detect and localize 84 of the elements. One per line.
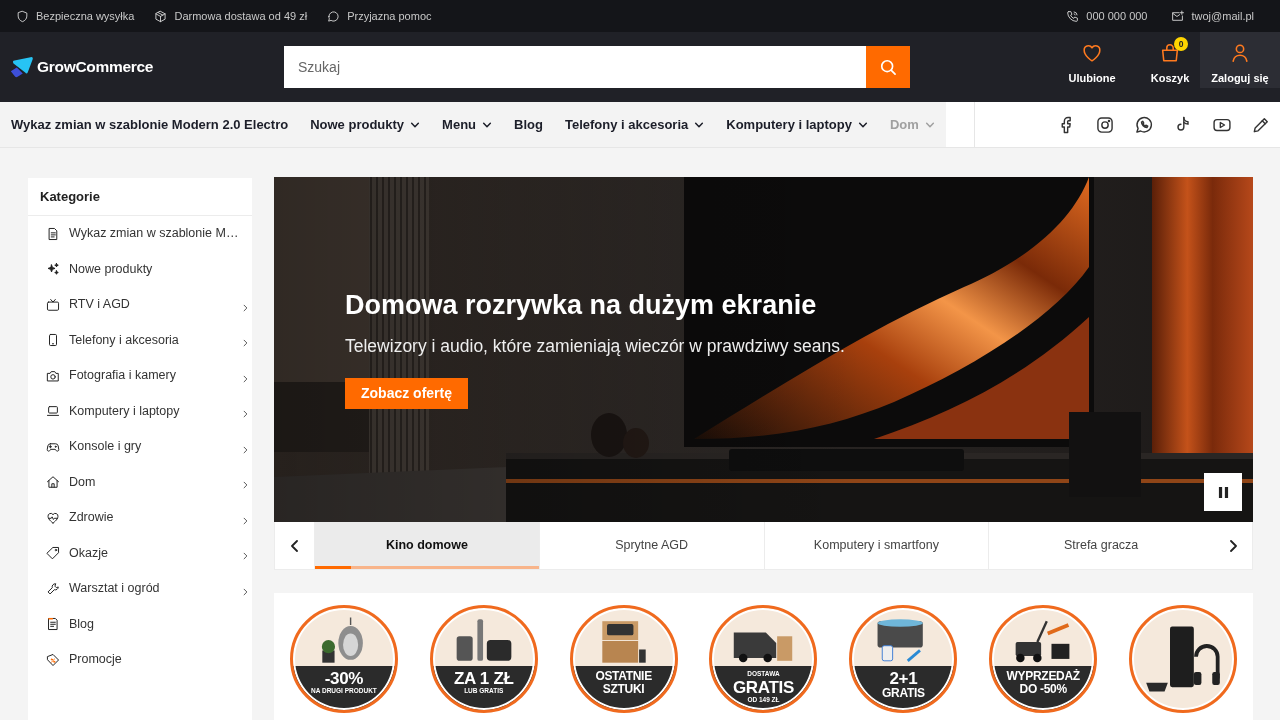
promo-label: DO -50% [1019, 683, 1067, 697]
phone-link[interactable]: 000 000 000 [1066, 7, 1148, 25]
chevron-right-icon [242, 481, 249, 490]
camera-icon [46, 368, 60, 383]
tv-icon [46, 297, 60, 312]
chevron-left-icon [288, 539, 301, 552]
promo-link[interactable]: 2+1 GRATIS [849, 605, 958, 713]
chevron-right-icon [242, 445, 249, 454]
phone-icon [1066, 9, 1080, 23]
cart-count-badge: 0 [1174, 37, 1188, 51]
house-icon [46, 475, 60, 490]
sparkles-icon [46, 262, 60, 277]
search-field[interactable]: Szukaj [284, 46, 866, 88]
promo-label: 2+1 [889, 670, 918, 687]
document-icon [46, 226, 60, 241]
promo-label: OSTATNIE [595, 670, 652, 684]
nav-link[interactable]: Menu [442, 114, 493, 135]
logo-link[interactable]: GrowCommerce [10, 55, 284, 79]
logo-icon [10, 56, 34, 78]
search-icon [878, 57, 898, 77]
whatsapp-icon [1134, 114, 1154, 135]
pause-icon [1217, 486, 1229, 498]
promo-label: -30% [324, 670, 364, 687]
promo-label: GRATIS [882, 687, 925, 701]
category-link[interactable]: Zdrowie [28, 500, 252, 536]
tag-icon [46, 546, 60, 561]
hero-title: Domowa rozrywka na dużym ekranie [345, 290, 817, 322]
promo-label: SZTUKI [602, 683, 645, 697]
promo-link[interactable]: WYPRZEDAŻ DO -50% [989, 605, 1098, 713]
hero-subtitle: Telewizory i audio, które zamieniają wieczór w prawdziwy seans. [345, 336, 845, 358]
category-link[interactable]: Warsztat i ogród [28, 571, 252, 607]
heart-pulse-icon [46, 510, 60, 525]
blog-document-icon [46, 617, 60, 632]
panel-title: Kategorie [28, 178, 252, 216]
cart-link[interactable]: 0 Koszyk [1140, 32, 1200, 88]
nav-link[interactable]: Komputery i laptopy [726, 114, 868, 135]
discount-tag-icon [46, 652, 60, 667]
slide-tab[interactable]: Kino domowe [314, 522, 539, 569]
login-link[interactable]: Zaloguj się [1200, 32, 1280, 88]
wrench-icon [46, 581, 60, 596]
chevron-right-icon [242, 374, 249, 383]
social-link[interactable] [1134, 114, 1154, 135]
promo-label: WYPRZEDAŻ [1006, 670, 1080, 684]
box-icon [154, 9, 168, 23]
nav-link[interactable]: Nowe produkty [310, 114, 421, 135]
category-link[interactable]: Fotografia i kamery [28, 358, 252, 394]
chevron-right-icon [242, 410, 249, 419]
shield-icon [16, 9, 29, 23]
chevron-right-icon [242, 339, 249, 348]
category-link[interactable]: Nowe produkty [28, 251, 252, 287]
nav-link[interactable]: Telefony i akcesoria [564, 114, 705, 135]
category-link[interactable]: Blog [28, 606, 252, 642]
category-link[interactable]: Promocje [28, 642, 252, 678]
chevron-right-icon [242, 303, 249, 312]
category-link[interactable]: Telefony i akcesoria [28, 322, 252, 358]
category-link[interactable]: Okazje [28, 535, 252, 571]
shopping-bag-icon [1159, 42, 1181, 64]
instagram-icon [1095, 114, 1115, 135]
social-link[interactable] [1095, 114, 1115, 135]
category-link[interactable]: RTV i AGD [28, 287, 252, 323]
chevron-right-icon [242, 552, 249, 561]
category-link[interactable]: Wykaz zmian w szablonie M… [28, 216, 252, 252]
mail-icon [1171, 9, 1185, 23]
feature-text: Bezpieczna wysyłka [36, 8, 135, 24]
nav-link[interactable]: Wykaz zmian w szablonie Modern 2.0 Electro [11, 114, 289, 135]
email-link[interactable]: twoj@mail.pl [1171, 7, 1254, 25]
heart-icon [1081, 42, 1103, 64]
category-link[interactable]: Dom [28, 464, 252, 500]
promo-label: ZA 1 ZŁ [453, 670, 514, 687]
category-link[interactable]: Konsole i gry [28, 429, 252, 465]
smartphone-icon [46, 333, 60, 348]
feature-text: Darmowa dostawa od 49 zł [174, 8, 308, 24]
chat-bubble-icon [327, 9, 341, 23]
laptop-icon [46, 404, 60, 419]
promo-label: GRATIS [732, 678, 795, 696]
user-icon [1229, 42, 1251, 64]
favorites-link[interactable]: Ulubione [1052, 32, 1132, 88]
nav-link[interactable]: Blog [514, 114, 543, 135]
chevron-right-icon [242, 587, 249, 596]
chevron-right-icon [242, 516, 249, 525]
feature-text: Przyjazna pomoc [347, 8, 432, 24]
category-link[interactable]: Komputery i laptopy [28, 393, 252, 429]
promo-link[interactable]: OSTATNIE SZTUKI [569, 605, 678, 713]
pause-button[interactable] [1204, 473, 1242, 511]
